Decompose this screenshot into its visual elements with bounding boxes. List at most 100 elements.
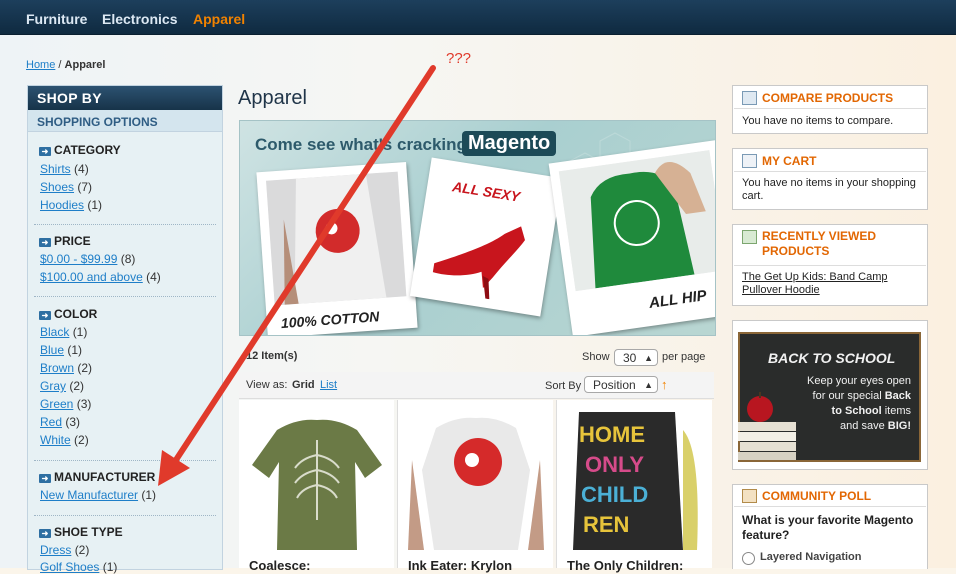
page-title: Apparel bbox=[238, 87, 307, 109]
svg-text:ONLY: ONLY bbox=[585, 452, 644, 477]
recently-viewed-title: RECENTLY VIEWED PRODUCTS bbox=[762, 229, 877, 258]
filter-item-price-low[interactable]: $0.00 - $99.99 (8) bbox=[40, 252, 135, 266]
chalkboard-image: BACK TO SCHOOL Keep your eyes open for o… bbox=[738, 332, 921, 462]
product-card[interactable]: Ink Eater: Krylon bbox=[398, 400, 553, 573]
svg-text:HOME: HOME bbox=[579, 422, 645, 447]
recently-viewed-link[interactable]: The Get Up Kids: Band Camp Pullover Hood… bbox=[742, 271, 918, 297]
nav-electronics[interactable]: Electronics bbox=[102, 11, 177, 27]
shoe-photo: ALL SEXY bbox=[420, 167, 552, 307]
filter-item-gray[interactable]: Gray (2) bbox=[40, 379, 84, 393]
filter-divider bbox=[34, 460, 216, 461]
polaroid-tshirt: 100% COTTON bbox=[256, 161, 418, 335]
filter-category-heading: ➜ CATEGORY bbox=[39, 143, 121, 157]
caption-cotton: 100% COTTON bbox=[280, 308, 380, 332]
select-arrows-icon: ▲ bbox=[644, 353, 653, 363]
product-image-only-children[interactable]: HOME ONLY CHILD REN bbox=[565, 410, 705, 550]
green-hoodie-image bbox=[558, 150, 715, 292]
poll-option-radio[interactable] bbox=[742, 552, 755, 565]
filter-item-shoes[interactable]: Shoes (7) bbox=[40, 180, 92, 194]
hoodie-photo bbox=[558, 150, 715, 292]
filter-item-green[interactable]: Green (3) bbox=[40, 397, 91, 411]
arrow-right-icon: ➜ bbox=[39, 529, 51, 538]
block-divider bbox=[734, 108, 926, 109]
filter-item-black[interactable]: Black (1) bbox=[40, 325, 87, 339]
filter-item-shirts[interactable]: Shirts (4) bbox=[40, 162, 89, 176]
filter-divider bbox=[34, 224, 216, 225]
sort-by-select[interactable]: Position ▲ bbox=[584, 376, 658, 393]
compare-icon bbox=[742, 91, 757, 105]
compare-text: You have no items to compare. bbox=[742, 115, 894, 127]
nav-furniture[interactable]: Furniture bbox=[26, 11, 87, 27]
arrow-right-icon: ➜ bbox=[39, 147, 51, 156]
promo-banner[interactable]: Come see what's cracking at Magento 100%… bbox=[239, 120, 716, 336]
per-page-label: per page bbox=[662, 351, 706, 363]
filter-manufacturer-heading: ➜ MANUFACTURER bbox=[39, 470, 155, 484]
back-to-school-promo[interactable]: BACK TO SCHOOL Keep your eyes open for o… bbox=[732, 320, 928, 470]
sort-by-label: Sort By bbox=[545, 380, 582, 392]
svg-text:CHILD: CHILD bbox=[581, 482, 648, 507]
my-cart-block: MY CART You have no items in your shoppi… bbox=[732, 148, 928, 210]
polaroid-hoodie: ALL HIP bbox=[548, 140, 715, 335]
poll-title: COMMUNITY POLL bbox=[762, 489, 872, 503]
nav-apparel[interactable]: Apparel bbox=[193, 11, 245, 27]
cart-icon bbox=[742, 154, 757, 168]
community-poll-block: COMMUNITY POLL What is your favorite Mag… bbox=[732, 484, 928, 569]
filter-item-brown[interactable]: Brown (2) bbox=[40, 361, 92, 375]
sort-direction-icon[interactable]: ↑ bbox=[661, 377, 668, 392]
filter-item-golf-shoes[interactable]: Golf Shoes (1) bbox=[40, 560, 117, 574]
cart-text: You have no items in your shopping cart. bbox=[742, 177, 916, 202]
arrow-right-icon: ➜ bbox=[39, 474, 51, 483]
product-name[interactable]: The Only Children: bbox=[567, 558, 683, 573]
filter-item-red[interactable]: Red (3) bbox=[40, 415, 80, 429]
polaroid-shoe: ALL SEXY bbox=[409, 157, 563, 317]
filter-item-new-manufacturer[interactable]: New Manufacturer (1) bbox=[40, 488, 156, 502]
block-divider bbox=[734, 506, 926, 507]
sort-toolbar: View as: Grid List Sort By Position ▲ ↑ bbox=[239, 372, 714, 399]
view-as-label: View as: bbox=[246, 379, 288, 391]
shop-by-sidebar: SHOP BY SHOPPING OPTIONS ➜ CATEGORY Shirt… bbox=[27, 85, 223, 574]
people-icon bbox=[742, 489, 757, 503]
breadcrumb: Home / Apparel bbox=[26, 59, 106, 71]
product-card[interactable]: Coalesce: bbox=[239, 400, 394, 573]
breadcrumb-separator: / bbox=[58, 59, 62, 71]
filter-price-heading: ➜ PRICE bbox=[39, 234, 91, 248]
caption-hip: ALL HIP bbox=[647, 287, 708, 312]
poll-question: What is your favorite Magento feature? bbox=[742, 513, 914, 542]
view-grid[interactable]: Grid bbox=[292, 379, 315, 391]
filter-item-price-high[interactable]: $100.00 and above (4) bbox=[40, 270, 161, 284]
top-navigation: Furniture Electronics Apparel bbox=[0, 0, 956, 35]
breadcrumb-home[interactable]: Home bbox=[26, 59, 55, 71]
tshirt-photo bbox=[265, 171, 407, 306]
filter-shoe-type-heading: ➜ SHOE TYPE bbox=[39, 525, 123, 539]
product-image-coalesce[interactable] bbox=[247, 410, 387, 550]
pager-toolbar: 12 Item(s) Show 30 ▲ per page bbox=[239, 344, 714, 370]
filter-item-blue[interactable]: Blue (1) bbox=[40, 343, 82, 357]
promo-headline: BACK TO SCHOOL bbox=[768, 350, 896, 366]
poll-option-label[interactable]: Layered Navigation bbox=[760, 551, 861, 563]
product-card[interactable]: HOME ONLY CHILD REN The Only Children: bbox=[557, 400, 712, 573]
filter-item-dress[interactable]: Dress (2) bbox=[40, 543, 89, 557]
banner-text: Come see what's cracking at bbox=[255, 135, 487, 154]
compare-products-block: COMPARE PRODUCTS You have no items to co… bbox=[732, 85, 928, 134]
compare-title: COMPARE PRODUCTS bbox=[762, 91, 894, 105]
filter-divider bbox=[34, 515, 216, 516]
product-name[interactable]: Ink Eater: Krylon bbox=[408, 558, 512, 573]
filter-item-white[interactable]: White (2) bbox=[40, 433, 89, 447]
product-name[interactable]: Coalesce: bbox=[249, 558, 310, 573]
cart-title: MY CART bbox=[762, 154, 817, 168]
tag-icon bbox=[742, 230, 757, 244]
promo-body: Keep your eyes open for our special Back… bbox=[807, 375, 911, 432]
arrow-right-icon: ➜ bbox=[39, 311, 51, 320]
breadcrumb-current: Apparel bbox=[64, 59, 106, 71]
filter-color-heading: ➜ COLOR bbox=[39, 307, 97, 321]
limiter-select[interactable]: 30 ▲ bbox=[614, 349, 658, 366]
select-arrows-icon: ▲ bbox=[644, 380, 653, 390]
view-list-link[interactable]: List bbox=[320, 379, 337, 391]
shopping-options-title: SHOPPING OPTIONS bbox=[28, 110, 222, 132]
filter-item-hoodies[interactable]: Hoodies (1) bbox=[40, 198, 102, 212]
annotation-question-marks: ??? bbox=[446, 50, 472, 67]
filter-divider bbox=[34, 296, 216, 297]
product-image-ink-eater[interactable] bbox=[406, 410, 546, 550]
arrow-right-icon: ➜ bbox=[39, 238, 51, 247]
tshirt-image bbox=[265, 171, 407, 306]
